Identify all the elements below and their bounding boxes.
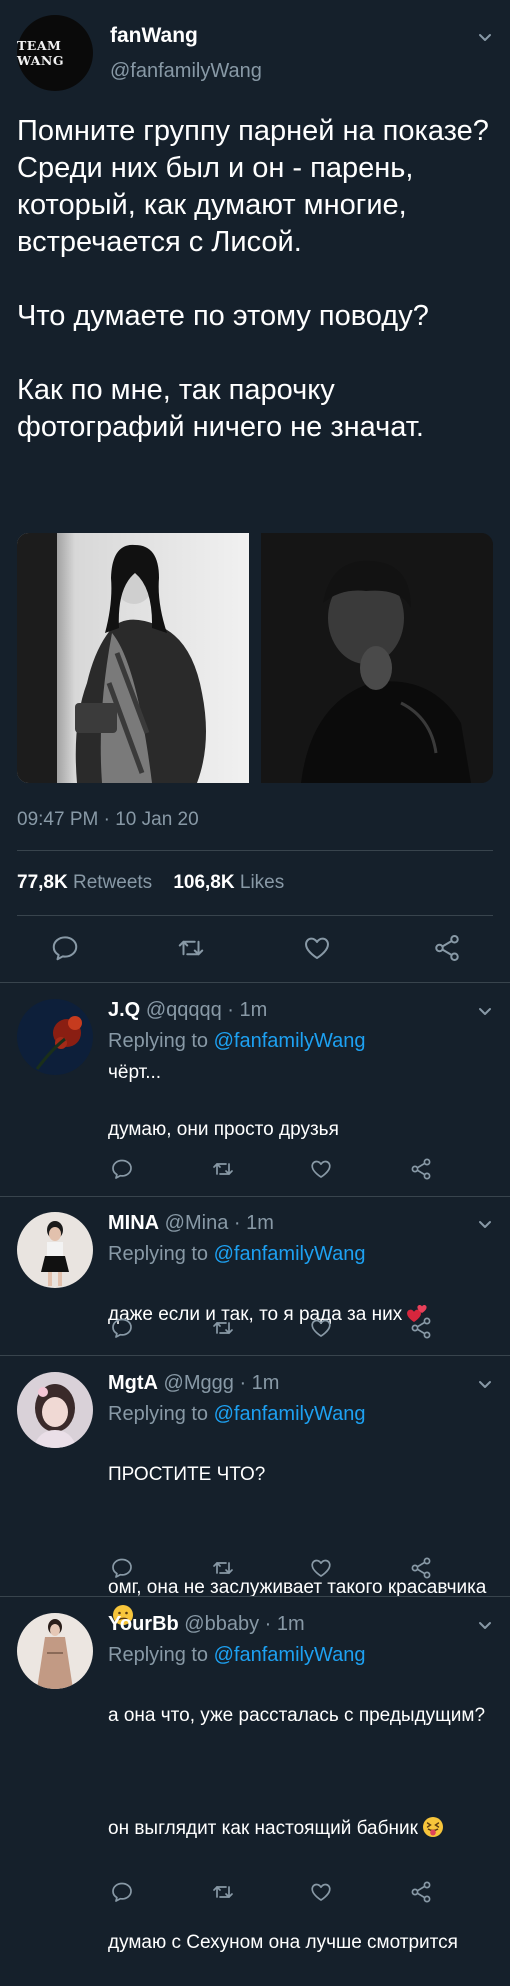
replying-to-label: Replying to bbox=[108, 1030, 209, 1052]
divider bbox=[0, 982, 510, 983]
reply-text: а она что, уже рассталась с предыдущим? … bbox=[108, 1673, 493, 1986]
reply-author-name[interactable]: MINA bbox=[108, 1212, 159, 1234]
reply-text-line: омг, она не заслуживает такого красавчик… bbox=[108, 1577, 487, 1598]
chevron-down-icon[interactable] bbox=[478, 30, 492, 44]
replying-to-label: Replying to bbox=[108, 1243, 209, 1265]
reply-avatar[interactable] bbox=[17, 999, 93, 1075]
replying-to-link[interactable]: @fanfamilyWang bbox=[214, 1243, 366, 1265]
share-icon[interactable] bbox=[409, 1880, 433, 1904]
retweet-icon[interactable] bbox=[211, 1157, 235, 1181]
heart-icon[interactable] bbox=[309, 1556, 333, 1580]
reply-icon[interactable] bbox=[110, 1556, 134, 1580]
author-name[interactable]: fanWang bbox=[110, 24, 198, 48]
chevron-down-icon[interactable] bbox=[478, 1004, 492, 1018]
reply-author-handle[interactable]: @Mina bbox=[165, 1212, 229, 1234]
likes-label[interactable]: Likes bbox=[240, 872, 284, 893]
heart-icon[interactable] bbox=[309, 1316, 333, 1340]
share-icon[interactable] bbox=[432, 933, 462, 963]
reply-text: даже если и так, то я рада за них bbox=[108, 1272, 493, 1329]
reply-icon[interactable] bbox=[110, 1880, 134, 1904]
tweet-photo-woman[interactable] bbox=[17, 533, 249, 783]
reply-text-line: а она что, уже рассталась с предыдущим? bbox=[108, 1704, 486, 1726]
retweets-label[interactable]: Retweets bbox=[73, 872, 152, 893]
divider bbox=[0, 1196, 510, 1197]
tweet-timestamp[interactable]: 09:47 PM · 10 Jan 20 bbox=[17, 809, 199, 831]
replying-to: Replying to @fanfamilyWang bbox=[108, 1243, 365, 1266]
chevron-down-icon[interactable] bbox=[478, 1618, 492, 1632]
reply-avatar[interactable] bbox=[17, 1212, 93, 1288]
reply-text-line: он выглядит как настоящий бабник bbox=[108, 1818, 418, 1839]
replying-to: Replying to @fanfamilyWang bbox=[108, 1030, 365, 1053]
divider bbox=[17, 915, 493, 916]
reply-author-handle[interactable]: @qqqqq bbox=[146, 999, 222, 1021]
retweets-count[interactable]: 77,8K bbox=[17, 872, 68, 893]
tweet-text: Помните группу парней на показе? Среди н… bbox=[17, 115, 489, 443]
replying-to: Replying to @fanfamilyWang bbox=[108, 1403, 365, 1426]
reply-icon[interactable] bbox=[50, 933, 80, 963]
share-icon[interactable] bbox=[409, 1556, 433, 1580]
divider bbox=[0, 1355, 510, 1356]
retweet-icon[interactable] bbox=[211, 1316, 235, 1340]
reply-text-line: ПРОСТИТЕ ЧТО? bbox=[108, 1463, 266, 1485]
reply-text-content: даже если и так, то я рада за них bbox=[108, 1303, 403, 1325]
replying-to-link[interactable]: @fanfamilyWang bbox=[214, 1644, 366, 1666]
tweet-stats: 77,8K Retweets 106,8K Likes bbox=[17, 872, 284, 894]
reply-author-name[interactable]: YourBb bbox=[108, 1613, 179, 1635]
reply-time[interactable]: · 1m bbox=[234, 1212, 274, 1234]
avatar-logo-text: TEAM WANG bbox=[17, 38, 65, 68]
reply-author-name[interactable]: J.Q bbox=[108, 999, 140, 1021]
replying-to-link[interactable]: @fanfamilyWang bbox=[214, 1030, 366, 1052]
replying-to: Replying to @fanfamilyWang bbox=[108, 1644, 365, 1667]
reply-icon[interactable] bbox=[110, 1316, 134, 1340]
reply-header: YourBb @bbaby · 1m bbox=[108, 1613, 305, 1636]
replying-to-label: Replying to bbox=[108, 1403, 209, 1425]
reply-author-handle[interactable]: @Mggg bbox=[164, 1372, 234, 1394]
reply-icon[interactable] bbox=[110, 1157, 134, 1181]
divider bbox=[17, 850, 493, 851]
reply-time[interactable]: · 1m bbox=[239, 1372, 279, 1394]
replying-to-label: Replying to bbox=[108, 1644, 209, 1666]
chevron-down-icon[interactable] bbox=[478, 1217, 492, 1231]
author-avatar[interactable]: TEAM WANG bbox=[17, 15, 93, 91]
replying-to-link[interactable]: @fanfamilyWang bbox=[214, 1403, 366, 1425]
heart-icon[interactable] bbox=[309, 1157, 333, 1181]
reply-text: чёрт... думаю, они просто друзья bbox=[108, 1062, 339, 1140]
reply-text-line: думаю с Сехуном она лучше смотрится bbox=[108, 1931, 458, 1953]
divider bbox=[0, 1596, 510, 1597]
retweet-icon[interactable] bbox=[211, 1556, 235, 1580]
likes-count[interactable]: 106,8K bbox=[173, 872, 234, 893]
reply-author-name[interactable]: MgtA bbox=[108, 1372, 158, 1394]
share-icon[interactable] bbox=[409, 1316, 433, 1340]
heart-icon[interactable] bbox=[309, 1880, 333, 1904]
heart-icon[interactable] bbox=[302, 933, 332, 963]
retweet-icon[interactable] bbox=[211, 1880, 235, 1904]
author-handle[interactable]: @fanfamilyWang bbox=[110, 60, 262, 83]
reply-avatar[interactable] bbox=[17, 1372, 93, 1448]
share-icon[interactable] bbox=[409, 1157, 433, 1181]
reply-time[interactable]: · 1m bbox=[227, 999, 267, 1021]
tweet-photo-man[interactable] bbox=[261, 533, 493, 783]
reply-header: MINA @Mina · 1m bbox=[108, 1212, 274, 1235]
tongue-face-emoji-icon bbox=[422, 1816, 444, 1838]
chevron-down-icon[interactable] bbox=[478, 1377, 492, 1391]
reply-time[interactable]: · 1m bbox=[265, 1613, 305, 1635]
retweet-icon[interactable] bbox=[176, 933, 206, 963]
reply-header: J.Q @qqqqq · 1m bbox=[108, 999, 267, 1022]
reply-author-handle[interactable]: @bbaby bbox=[184, 1613, 259, 1635]
reply-avatar[interactable] bbox=[17, 1613, 93, 1689]
reply-header: MgtA @Mggg · 1m bbox=[108, 1372, 279, 1395]
